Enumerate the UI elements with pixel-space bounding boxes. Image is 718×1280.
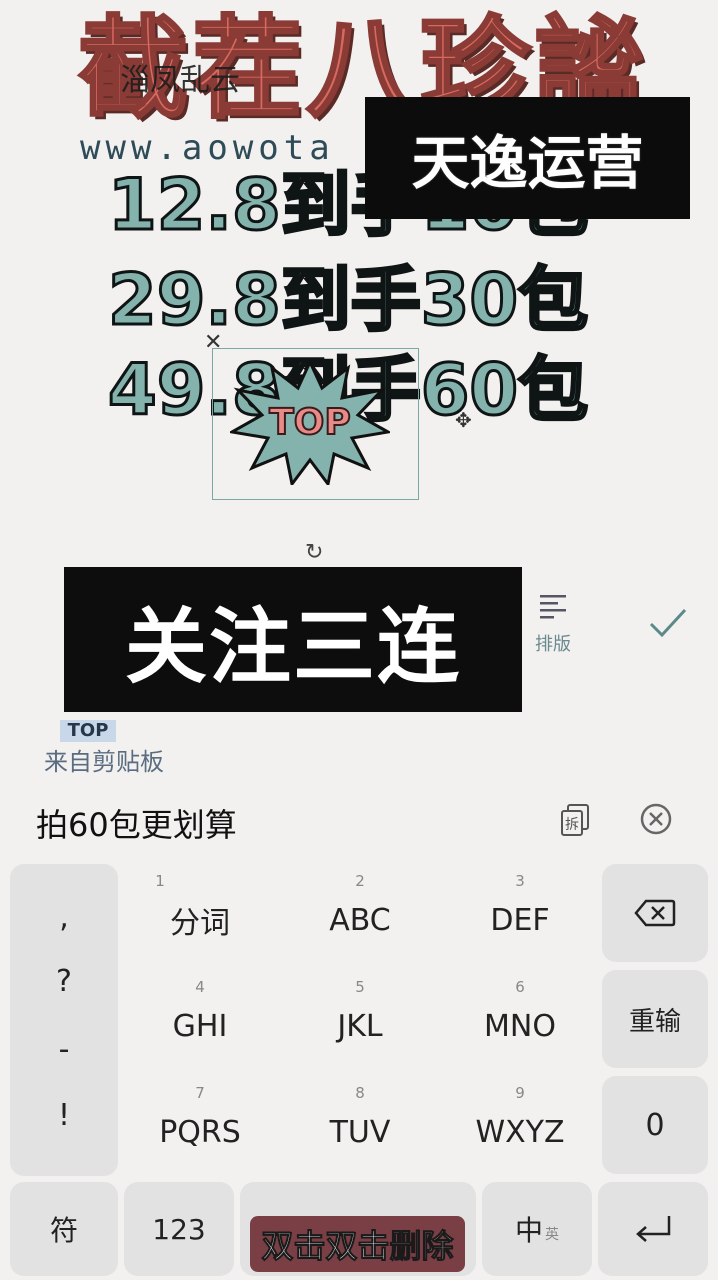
key-digit: 5	[355, 978, 365, 996]
align-left-icon	[540, 595, 566, 619]
key-3[interactable]: 3 DEF	[442, 864, 598, 962]
sticker-text: TOP	[269, 402, 351, 443]
key-digit: 3	[515, 872, 525, 890]
punct-key[interactable]: !	[10, 1098, 118, 1133]
key-label: GHI	[172, 1008, 228, 1044]
lang-main: 中	[514, 1214, 543, 1247]
key-digit: 9	[515, 1084, 525, 1102]
backspace-icon	[634, 899, 676, 927]
layout-button[interactable]: 排版	[533, 592, 573, 656]
confirm-button[interactable]	[648, 606, 688, 644]
key-label: PQRS	[159, 1114, 241, 1150]
rotate-handle-icon[interactable]: ↻	[305, 540, 323, 565]
symbol-key[interactable]: 符	[10, 1182, 118, 1276]
punct-key[interactable]: ?	[10, 964, 118, 999]
paste-icon: 拆	[561, 804, 589, 836]
key-6[interactable]: 6 MNO	[442, 970, 598, 1068]
price-line-2: 29.8到手30包	[106, 259, 589, 341]
layout-label: 排版	[535, 634, 571, 655]
lang-sub: 英	[545, 1227, 559, 1243]
key-label: TUV	[329, 1114, 391, 1150]
key-digit: 6	[515, 978, 525, 996]
num-key-123[interactable]: 123	[124, 1182, 234, 1276]
key-digit: 2	[355, 872, 365, 890]
brand-text: 天逸运营	[411, 129, 644, 197]
enter-icon	[636, 1216, 671, 1242]
num-label: 123	[152, 1212, 206, 1246]
clipboard-thumbnail[interactable]: TOP	[60, 720, 116, 742]
brand-text-box[interactable]: 天逸运营	[365, 97, 690, 219]
double-tap-delete-overlay: 双击双击删除	[250, 1216, 465, 1272]
key-label: ABC	[329, 902, 391, 938]
key-label: DEF	[490, 902, 550, 938]
key-digit: 4	[195, 978, 205, 996]
top-sticker[interactable]: TOP	[230, 360, 390, 485]
symbol-label: 符	[49, 1214, 78, 1247]
follow-text-box[interactable]: 关注三连	[64, 567, 522, 712]
follow-text: 关注三连	[124, 600, 461, 695]
watermark-url: www.aowota	[80, 128, 335, 168]
overlay-text: 双击双击删除	[261, 1227, 454, 1266]
text-input[interactable]: 拍60包更划算	[36, 800, 237, 846]
key-1[interactable]: 1 分词	[122, 864, 278, 962]
clear-input-button[interactable]	[638, 801, 674, 841]
paste-button[interactable]: 拆	[558, 801, 594, 841]
zero-key[interactable]: 0	[602, 1076, 708, 1174]
backspace-key[interactable]	[602, 864, 708, 962]
key-4[interactable]: 4 GHI	[122, 970, 278, 1068]
move-handle-icon[interactable]: ✥	[455, 408, 472, 432]
key-digit: 7	[195, 1084, 205, 1102]
key-5[interactable]: 5 JKL	[282, 970, 438, 1068]
key-2[interactable]: 2 ABC	[282, 864, 438, 962]
svg-text:拆: 拆	[565, 817, 579, 833]
reinput-key[interactable]: 重输	[602, 970, 708, 1068]
reinput-label: 重输	[628, 1006, 681, 1037]
key-7[interactable]: 7 PQRS	[122, 1076, 278, 1174]
key-label: JKL	[337, 1008, 383, 1044]
key-label: MNO	[484, 1008, 556, 1044]
punct-key[interactable]: ,	[10, 900, 118, 935]
key-digit: 8	[355, 1084, 365, 1102]
clear-circle-icon	[640, 803, 672, 835]
key-9[interactable]: 9 WXYZ	[442, 1076, 598, 1174]
key-label: WXYZ	[475, 1114, 565, 1150]
lang-switch-key[interactable]: 中 英	[482, 1182, 592, 1276]
punctuation-column[interactable]: , ? - !	[10, 864, 118, 1176]
clipboard-label[interactable]: 来自剪贴板	[44, 742, 164, 777]
key-label: 分词	[170, 906, 230, 941]
key-8[interactable]: 8 TUV	[282, 1076, 438, 1174]
checkmark-icon	[649, 608, 687, 638]
punct-key[interactable]: -	[10, 1032, 118, 1067]
enter-key[interactable]	[598, 1182, 708, 1276]
watermark-text: 淄凤乱云	[120, 63, 240, 98]
key-digit: 1	[155, 872, 165, 890]
zero-label: 0	[645, 1107, 665, 1143]
